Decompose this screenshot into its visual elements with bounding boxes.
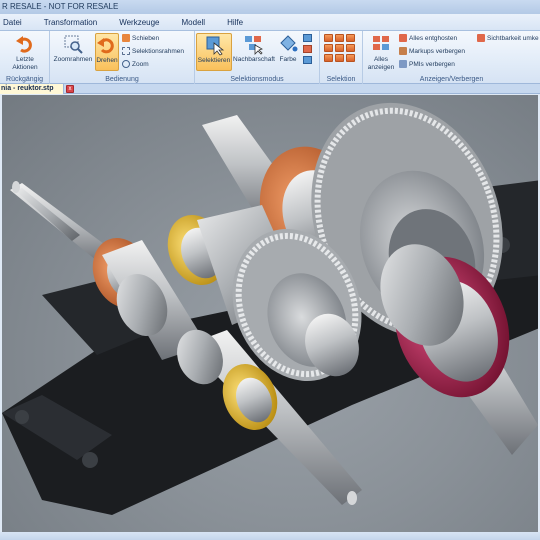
- window-title-bar: R RESALE - NOT FOR RESALE: [0, 0, 540, 14]
- group-selection-mode: Selektieren Nachbarschaft Farbe Selektio…: [195, 31, 320, 84]
- gearbox-model: [2, 102, 538, 515]
- select-tool-6-icon[interactable]: [346, 44, 355, 52]
- menu-modell[interactable]: Modell: [171, 14, 217, 31]
- toggle-visibility-button[interactable]: Sichtbarkeit umke: [477, 33, 539, 43]
- document-tab[interactable]: nia - reuktor.stp: [0, 84, 64, 94]
- group-selection-label: Selektion: [326, 76, 356, 83]
- hide-pmis-label: PMIs verbergen: [409, 60, 455, 68]
- group-show-hide-label: Anzeigen/Verbergen: [419, 76, 484, 83]
- recent-actions-label-2: Aktionen: [12, 64, 38, 71]
- window-title: R RESALE - NOT FOR RESALE: [2, 2, 119, 11]
- group-show-hide: Alles anzeigen Alles entghosten Markups …: [363, 31, 540, 84]
- show-all-button[interactable]: Alles anzeigen: [366, 33, 396, 72]
- selection-mode-small-icons: [303, 34, 313, 64]
- pmi-icon: [399, 60, 407, 68]
- select-tool-3-icon[interactable]: [346, 34, 355, 42]
- group-navigation: Zoomrahmen Drehen Schieben Selektionsrah…: [50, 31, 195, 84]
- neighborhood-icon: [243, 33, 265, 55]
- face-select-icon[interactable]: [303, 34, 312, 42]
- color-label: Farbe: [279, 56, 297, 63]
- group-undo: Letzte Aktionen Rückgängig: [0, 31, 50, 84]
- pan-label: Schieben: [132, 34, 160, 42]
- select-tool-8-icon[interactable]: [335, 54, 344, 62]
- selection-frame-label: Selektionsrahmen: [132, 47, 185, 55]
- zoom-button[interactable]: Zoom: [122, 59, 149, 69]
- group-navigation-label: Bedienung: [105, 76, 139, 83]
- show-all-icon: [370, 33, 392, 55]
- group-selection: Selektion: [320, 31, 363, 84]
- neighborhood-button[interactable]: Nachbarschaft: [233, 33, 275, 64]
- select-tool-5-icon[interactable]: [335, 44, 344, 52]
- select-tool-1-icon[interactable]: [324, 34, 333, 42]
- menu-bar: Datei Transformation Werkzeuge Modell Hi…: [0, 14, 540, 31]
- hide-pmis-button[interactable]: PMIs verbergen: [399, 59, 455, 69]
- select-button[interactable]: Selektieren: [196, 33, 232, 71]
- show-all-label-2: anzeigen: [367, 64, 395, 71]
- zoom-label: Zoom: [132, 60, 149, 68]
- selection-tools-grid: [324, 34, 355, 62]
- color-button[interactable]: Farbe: [277, 33, 299, 64]
- selection-frame-icon: [122, 47, 130, 55]
- pan-button[interactable]: Schieben: [122, 33, 159, 43]
- select-label: Selektieren: [197, 57, 231, 64]
- recent-actions-button[interactable]: Letzte Aktionen: [10, 33, 40, 72]
- visibility-icon: [477, 34, 485, 42]
- select-icon: [203, 34, 225, 56]
- rotate-icon: [96, 34, 118, 56]
- body-select-icon[interactable]: [303, 45, 312, 53]
- menu-datei[interactable]: Datei: [0, 14, 33, 31]
- pan-icon: [122, 34, 130, 42]
- show-all-label-1: Alles: [373, 56, 389, 63]
- close-tab-icon[interactable]: x: [66, 85, 74, 93]
- zoom-frame-icon: [62, 33, 84, 55]
- hide-markups-button[interactable]: Markups verbergen: [399, 46, 465, 56]
- rotate-button[interactable]: Drehen: [95, 33, 119, 71]
- select-tool-4-icon[interactable]: [324, 44, 333, 52]
- select-tool-9-icon[interactable]: [346, 54, 355, 62]
- neighborhood-label: Nachbarschaft: [233, 56, 275, 63]
- edge-select-icon[interactable]: [303, 56, 312, 64]
- recent-actions-label-1: Letzte: [16, 56, 34, 63]
- select-tool-2-icon[interactable]: [335, 34, 344, 42]
- menu-hilfe[interactable]: Hilfe: [216, 14, 254, 31]
- zoom-frame-label: Zoomrahmen: [53, 56, 93, 63]
- selection-frame-button[interactable]: Selektionsrahmen: [122, 46, 184, 56]
- select-tool-7-icon[interactable]: [324, 54, 333, 62]
- unghost-all-button[interactable]: Alles entghosten: [399, 33, 457, 43]
- paint-bucket-icon: [277, 33, 299, 55]
- unghost-all-label: Alles entghosten: [409, 34, 458, 42]
- toggle-visibility-label: Sichtbarkeit umke: [487, 34, 539, 42]
- group-undo-label: Rückgängig: [6, 76, 43, 83]
- markup-icon: [399, 47, 407, 55]
- menu-werkzeuge[interactable]: Werkzeuge: [108, 14, 170, 31]
- zoom-frame-button[interactable]: Zoomrahmen: [52, 33, 94, 64]
- rotate-label: Drehen: [96, 57, 118, 64]
- menu-transformation[interactable]: Transformation: [33, 14, 109, 31]
- status-bar: [0, 532, 540, 540]
- group-selection-mode-label: Selektionsmodus: [230, 76, 284, 83]
- document-tab-bar: nia - reuktor.stp x: [0, 84, 540, 94]
- 3d-viewport[interactable]: [2, 95, 538, 532]
- undo-arrow-icon: [14, 33, 36, 55]
- magnifier-icon: [122, 60, 130, 68]
- ribbon: Letzte Aktionen Rückgängig Zoomrahmen Dr…: [0, 31, 540, 84]
- hide-markups-label: Markups verbergen: [409, 47, 465, 55]
- unghost-icon: [399, 34, 407, 42]
